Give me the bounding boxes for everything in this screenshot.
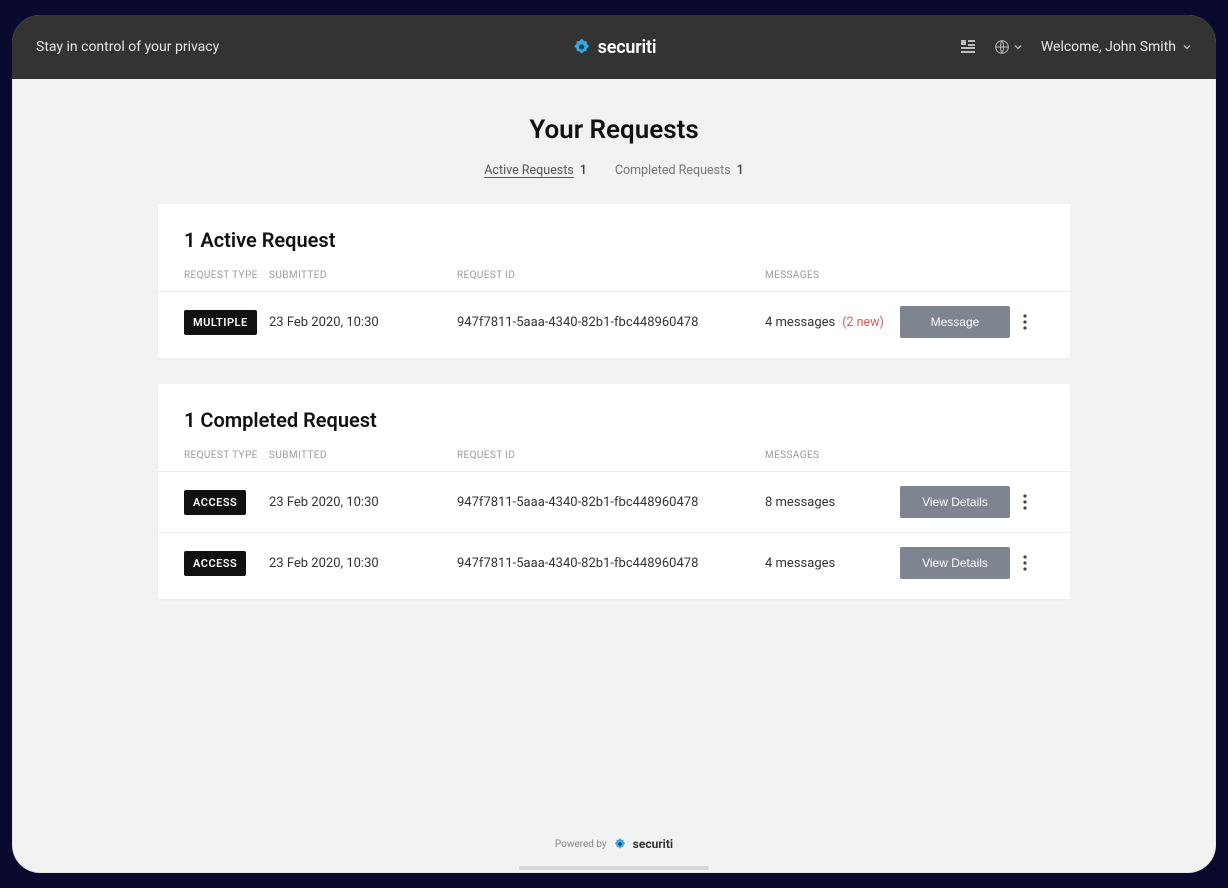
request-id-cell: 947f7811-5aaa-4340-82b1-fbc448960478 xyxy=(457,556,765,571)
col-request-type: REQUEST TYPE xyxy=(184,450,269,461)
more-options-icon[interactable] xyxy=(1010,314,1040,330)
tab-label: Completed Requests xyxy=(615,163,731,178)
tab-count: 1 xyxy=(580,163,587,178)
apps-grid-icon[interactable] xyxy=(960,39,976,55)
tab-label: Active Requests xyxy=(484,163,573,178)
brand-name: securiti xyxy=(598,37,657,58)
request-id-cell: 947f7811-5aaa-4340-82b1-fbc448960478 xyxy=(457,495,765,510)
request-type-badge: ACCESS xyxy=(184,490,246,515)
table-row: ACCESS 23 Feb 2020, 10:30 947f7811-5aaa-… xyxy=(158,472,1070,533)
messages-cell: 4 messages xyxy=(765,556,900,571)
header-tagline: Stay in control of your privacy xyxy=(36,39,219,55)
col-submitted: SUBMITTED xyxy=(269,270,457,281)
table-header: REQUEST TYPE SUBMITTED REQUEST ID MESSAG… xyxy=(158,270,1070,292)
table-row: ACCESS 23 Feb 2020, 10:30 947f7811-5aaa-… xyxy=(158,533,1070,593)
tab-count: 1 xyxy=(737,163,744,178)
table-row: MULTIPLE 23 Feb 2020, 10:30 947f7811-5aa… xyxy=(158,292,1070,352)
securiti-logo-icon xyxy=(572,37,592,57)
home-indicator xyxy=(519,866,709,870)
submitted-cell: 23 Feb 2020, 10:30 xyxy=(269,315,457,330)
submitted-cell: 23 Feb 2020, 10:30 xyxy=(269,495,457,510)
footer-prefix: Powered by xyxy=(555,839,607,850)
brand-logo[interactable]: securiti xyxy=(572,37,657,58)
securiti-logo-icon xyxy=(613,837,627,851)
request-tabs: Active Requests 1 Completed Requests 1 xyxy=(12,163,1216,178)
more-options-icon[interactable] xyxy=(1010,494,1040,510)
panel-title: 1 Active Request xyxy=(158,204,1070,270)
request-id-cell: 947f7811-5aaa-4340-82b1-fbc448960478 xyxy=(457,315,765,330)
table-header: REQUEST TYPE SUBMITTED REQUEST ID MESSAG… xyxy=(158,450,1070,472)
footer-brand: securiti xyxy=(633,837,673,851)
message-count: 8 messages xyxy=(765,495,835,510)
tab-active-requests[interactable]: Active Requests 1 xyxy=(484,163,587,178)
submitted-cell: 23 Feb 2020, 10:30 xyxy=(269,556,457,571)
welcome-text: Welcome, John Smith xyxy=(1041,39,1176,55)
header-right: Welcome, John Smith xyxy=(960,39,1192,55)
tab-completed-requests[interactable]: Completed Requests 1 xyxy=(615,163,744,178)
message-count: 4 messages xyxy=(765,556,835,571)
col-request-id: REQUEST ID xyxy=(457,270,765,281)
page-title: Your Requests xyxy=(12,115,1216,145)
view-details-button[interactable]: View Details xyxy=(900,547,1010,579)
user-menu[interactable]: Welcome, John Smith xyxy=(1041,39,1192,55)
message-button[interactable]: Message xyxy=(900,306,1010,338)
col-messages: MESSAGES xyxy=(765,270,900,281)
col-messages: MESSAGES xyxy=(765,450,900,461)
col-submitted: SUBMITTED xyxy=(269,450,457,461)
new-message-count: (2 new) xyxy=(842,315,884,330)
device-frame: Stay in control of your privacy securiti xyxy=(12,15,1216,873)
app-header: Stay in control of your privacy securiti xyxy=(12,15,1216,79)
request-type-badge: MULTIPLE xyxy=(184,310,257,335)
page-body: Your Requests Active Requests 1 Complete… xyxy=(12,79,1216,599)
footer: Powered by securiti xyxy=(12,837,1216,851)
messages-cell: 8 messages xyxy=(765,495,900,510)
completed-requests-panel: 1 Completed Request REQUEST TYPE SUBMITT… xyxy=(158,384,1070,599)
language-globe-icon[interactable] xyxy=(994,39,1023,55)
chevron-down-icon xyxy=(1182,42,1192,52)
more-options-icon[interactable] xyxy=(1010,555,1040,571)
col-request-id: REQUEST ID xyxy=(457,450,765,461)
request-type-badge: ACCESS xyxy=(184,551,246,576)
panel-title: 1 Completed Request xyxy=(158,384,1070,450)
message-count: 4 messages xyxy=(765,315,835,330)
col-request-type: REQUEST TYPE xyxy=(184,270,269,281)
view-details-button[interactable]: View Details xyxy=(900,486,1010,518)
messages-cell: 4 messages (2 new) xyxy=(765,315,900,330)
active-requests-panel: 1 Active Request REQUEST TYPE SUBMITTED … xyxy=(158,204,1070,358)
